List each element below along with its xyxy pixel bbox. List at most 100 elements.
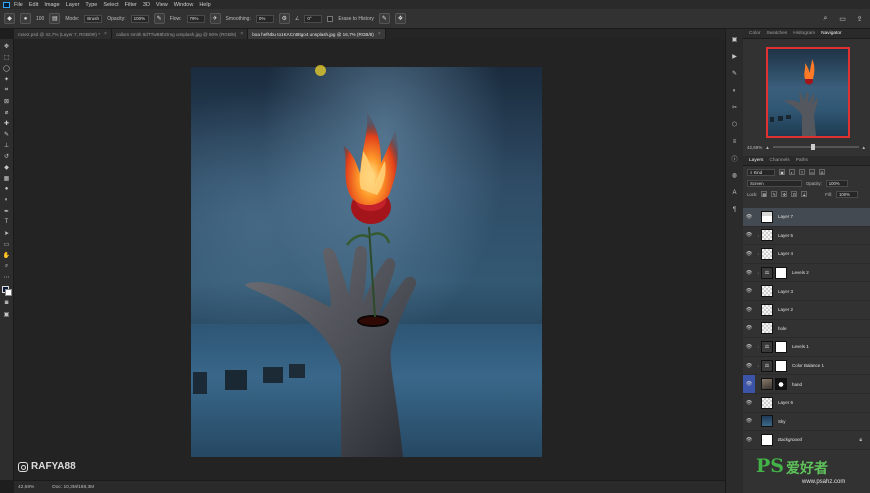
close-icon[interactable]: ×: [240, 31, 243, 37]
character-panel-icon[interactable]: A: [730, 188, 739, 197]
zoom-slider[interactable]: [772, 144, 859, 150]
menu-window[interactable]: Window: [174, 2, 194, 8]
workspace-icon[interactable]: ▭: [838, 14, 847, 23]
visibility-eye-icon[interactable]: 👁︎: [743, 344, 755, 350]
pressure-size-icon[interactable]: ✎: [378, 13, 390, 24]
menu-view[interactable]: View: [156, 2, 168, 8]
layer-thumbnail[interactable]: [761, 285, 773, 298]
zoom-level[interactable]: 42,69%: [18, 485, 34, 490]
menu-3d[interactable]: 3D: [143, 2, 150, 8]
layer-thumbnail[interactable]: [761, 433, 773, 446]
fill-field[interactable]: 100%: [835, 190, 858, 198]
tab-rose2[interactable]: rose2.psd @ 42,7% (Layer 7, RGB/8#) * ×: [14, 29, 112, 39]
visibility-eye-icon[interactable]: 👁︎: [743, 418, 755, 424]
lasso-tool-icon[interactable]: ◯: [2, 64, 11, 72]
layer-name[interactable]: Sky: [778, 419, 786, 424]
layer-name[interactable]: Layer 7: [778, 214, 793, 219]
visibility-eye-icon[interactable]: 👁︎: [743, 232, 755, 238]
clone-stamp-tool-icon[interactable]: ⊥: [2, 141, 11, 149]
tab-callum-smith[interactable]: callum smith 8dTTwB8bOmg unsplash.jpg @ …: [111, 29, 249, 39]
tab-boa-hefnbu[interactable]: boa hefNbu to1KACnt8tgo4 unsplash.jpg @ …: [248, 29, 386, 39]
brushes-panel-icon[interactable]: ✎: [730, 69, 739, 78]
crop-tool-icon[interactable]: ⌗: [2, 86, 11, 94]
move-tool-icon[interactable]: ✥: [2, 42, 11, 50]
visibility-eye-icon[interactable]: 👁︎: [743, 214, 755, 220]
tab-color[interactable]: Color: [749, 31, 760, 36]
layer-name[interactable]: Background: [778, 437, 802, 442]
layer-name[interactable]: Layer 5: [778, 233, 793, 238]
visibility-eye-icon[interactable]: 👁︎: [743, 437, 755, 443]
layer-thumbnail[interactable]: ⚖: [761, 266, 773, 279]
visibility-eye-icon[interactable]: 👁︎: [743, 381, 755, 387]
canvas-area[interactable]: [14, 39, 725, 480]
lock-pixels-icon[interactable]: ✎: [771, 191, 778, 197]
layer-thumbnail[interactable]: ⚖: [761, 359, 773, 372]
pressure-opacity-icon[interactable]: ✎: [153, 13, 165, 24]
screen-mode-icon[interactable]: ▣: [2, 310, 11, 318]
angle-field[interactable]: 0°: [304, 14, 323, 23]
layer-mask-thumbnail[interactable]: [775, 266, 787, 279]
layer-name[interactable]: Layer 3: [778, 289, 793, 294]
brush-tool-icon[interactable]: ✎: [2, 130, 11, 138]
filter-pixel-icon[interactable]: ▣: [779, 169, 785, 175]
zoom-in-icon[interactable]: ▲: [862, 145, 866, 150]
layer-thumbnail[interactable]: [761, 396, 773, 409]
background-color[interactable]: [4, 289, 12, 296]
frame-tool-icon[interactable]: ⊠: [2, 97, 11, 105]
more-tools-icon[interactable]: ⋯: [2, 273, 11, 281]
filter-shape-icon[interactable]: ▭: [809, 169, 815, 175]
menu-image[interactable]: Image: [44, 2, 59, 8]
layer-row[interactable]: 👁︎ ↓ ⚖ Levels 1: [743, 338, 870, 357]
menu-help[interactable]: Help: [199, 2, 210, 8]
brush-settings-icon[interactable]: ▤: [49, 13, 61, 24]
eraser-tool-icon[interactable]: ◆: [2, 163, 11, 171]
layer-mask-thumbnail[interactable]: [775, 340, 787, 353]
lock-artboard-icon[interactable]: ⊡: [791, 191, 798, 197]
brush-preset-icon[interactable]: ●: [20, 13, 31, 24]
opacity-field[interactable]: 100%: [130, 14, 149, 23]
symmetry-icon[interactable]: ❖: [394, 13, 406, 24]
info-panel-icon[interactable]: ⓘ: [730, 154, 739, 163]
eraser-tool-icon[interactable]: ◆: [4, 13, 15, 24]
close-icon[interactable]: ×: [104, 31, 107, 37]
search-icon[interactable]: ⌕: [821, 14, 830, 23]
visibility-eye-icon[interactable]: 👁︎: [743, 363, 755, 369]
smoothing-field[interactable]: 0%: [255, 14, 274, 23]
marquee-tool-icon[interactable]: ⬚: [2, 53, 11, 61]
type-tool-icon[interactable]: T: [2, 218, 11, 226]
menu-filter[interactable]: Filter: [125, 2, 137, 8]
zoom-tool-icon[interactable]: ⌕: [2, 262, 11, 270]
shape-tool-icon[interactable]: ▭: [2, 240, 11, 248]
visibility-eye-icon[interactable]: 👁︎: [743, 270, 755, 276]
visibility-eye-icon[interactable]: 👁︎: [743, 400, 755, 406]
layer-row[interactable]: 👁︎ hand: [743, 375, 870, 394]
eyedropper-tool-icon[interactable]: ⌀: [2, 108, 11, 116]
visibility-eye-icon[interactable]: 👁︎: [743, 307, 755, 313]
layer-name[interactable]: Layer 4: [778, 251, 793, 256]
layer-row[interactable]: 👁︎ ↓ ⚖ Levels 2: [743, 264, 870, 283]
layer-row[interactable]: 👁︎ Layer 2: [743, 301, 870, 320]
visibility-eye-icon[interactable]: 👁︎: [743, 251, 755, 257]
quick-select-tool-icon[interactable]: ✦: [2, 75, 11, 83]
lock-transparency-icon[interactable]: ▦: [761, 191, 768, 197]
flow-field[interactable]: 79%: [186, 14, 205, 23]
tab-histogram[interactable]: Histogram: [793, 31, 815, 36]
color-swatches[interactable]: [1, 286, 12, 296]
quick-mask-icon[interactable]: ◙: [2, 299, 11, 307]
history-panel-icon[interactable]: ▣: [730, 35, 739, 44]
paragraph-panel-icon[interactable]: ¶: [730, 205, 739, 214]
filter-adjustment-icon[interactable]: ◐: [789, 169, 795, 175]
tab-navigator[interactable]: Navigator: [821, 31, 842, 36]
layer-row[interactable]: 👁︎ Layer 6: [743, 394, 870, 413]
layer-name[interactable]: hand: [792, 382, 802, 387]
actions-panel-icon[interactable]: ▶: [730, 52, 739, 61]
layer-thumbnail[interactable]: [761, 210, 773, 223]
tools-presets-icon[interactable]: ✂: [730, 103, 739, 112]
tab-channels[interactable]: Channels: [769, 158, 789, 163]
filter-type-icon[interactable]: T: [799, 169, 805, 175]
pen-tool-icon[interactable]: ✒: [2, 207, 11, 215]
layer-kind-filter[interactable]: ⌕ Kind: [747, 168, 775, 176]
layer-opacity-field[interactable]: 100%: [825, 179, 848, 187]
gradient-tool-icon[interactable]: ▦: [2, 174, 11, 182]
layer-thumbnail[interactable]: [761, 229, 773, 242]
